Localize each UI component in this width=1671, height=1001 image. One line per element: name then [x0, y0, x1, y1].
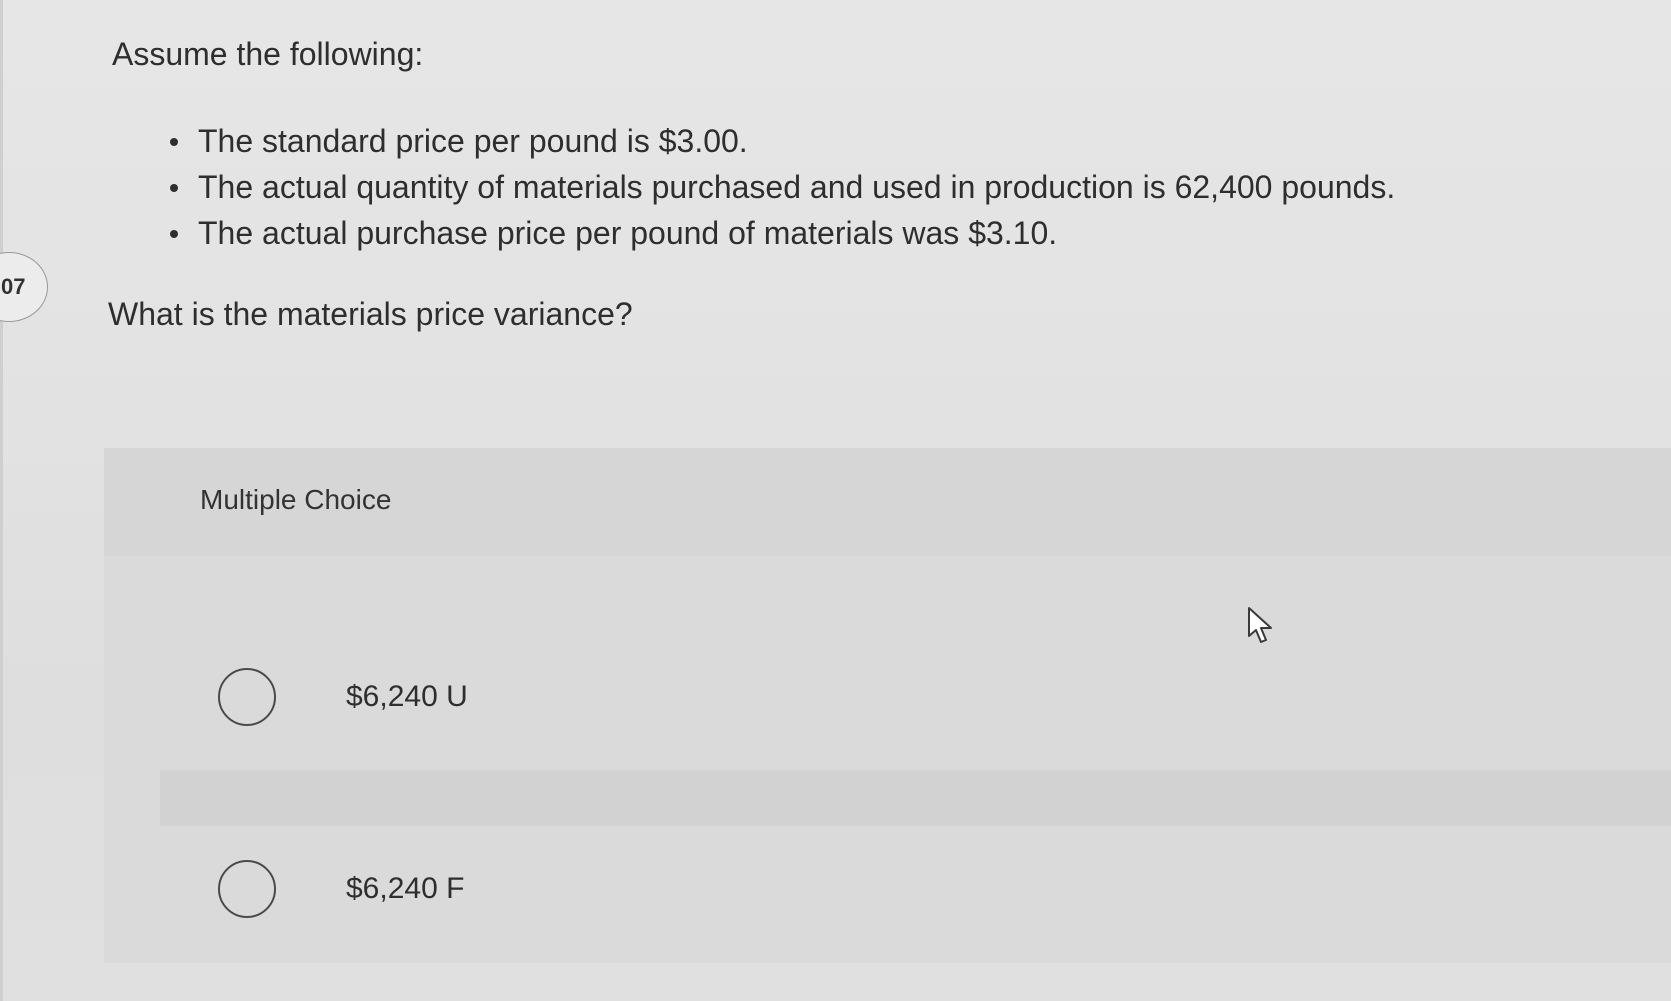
answer-option-label[interactable]: $6,240 F	[346, 872, 464, 906]
radio-button[interactable]	[218, 860, 276, 918]
answer-option-1[interactable]: $6,240 U	[104, 640, 1671, 770]
radio-button[interactable]	[218, 668, 276, 726]
answer-option-label[interactable]: $6,240 U	[346, 680, 468, 714]
multiple-choice-header: Multiple Choice	[104, 448, 1671, 556]
assumption-item: The standard price per pound is $3.00.	[160, 118, 1395, 164]
multiple-choice-title: Multiple Choice	[200, 484, 392, 515]
assumptions-list: The standard price per pound is $3.00. T…	[160, 118, 1395, 256]
window-edge	[0, 0, 3, 1001]
assumption-item: The actual quantity of materials purchas…	[160, 164, 1395, 210]
intro-text: Assume the following:	[112, 36, 424, 72]
option-divider	[160, 770, 1671, 826]
question-number: 07	[1, 274, 26, 299]
mouse-pointer-icon	[1248, 607, 1272, 643]
assumption-item: The actual purchase price per pound of m…	[160, 210, 1395, 256]
answer-option-2[interactable]: $6,240 F	[104, 832, 1671, 962]
question-number-badge[interactable]: 07	[0, 252, 48, 322]
question-text: What is the materials price variance?	[108, 296, 633, 332]
